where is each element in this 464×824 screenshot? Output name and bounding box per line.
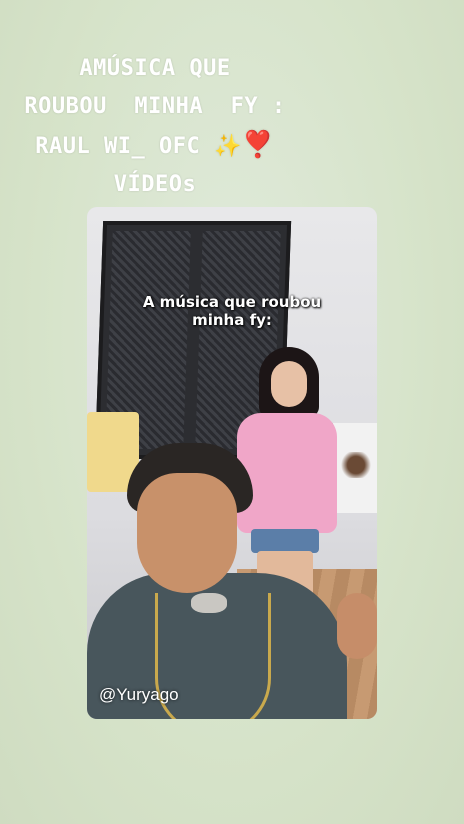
headline-line-1: AMÚSICA QUE [79,56,231,81]
embedded-video[interactable]: A música que roubou minha fy: @Yuryago [87,207,377,719]
video-caption-line-1: A música que roubou [142,293,322,311]
video-caption-line-2: minha fy: [192,311,272,329]
headline-line-2: ROUBOU MINHA FY : [24,94,286,119]
video-caption: A música que roubou minha fy: [87,293,377,329]
headline-line-3-text: RAUL WI_ OFC [35,134,201,159]
sparkles-emoji: ✨ [213,134,242,159]
video-person-boy [87,443,377,719]
heart-emoji: ❣️ [241,130,275,160]
creator-handle[interactable]: @Yuryago [99,685,179,705]
headline-line-3: RAUL WI_ OFC ✨❣️ [0,126,310,166]
story-headline: AMÚSICA QUE ROUBOU MINHA FY : RAUL WI_ O… [0,50,310,204]
headline-line-4: VÍDEOs [113,172,197,197]
